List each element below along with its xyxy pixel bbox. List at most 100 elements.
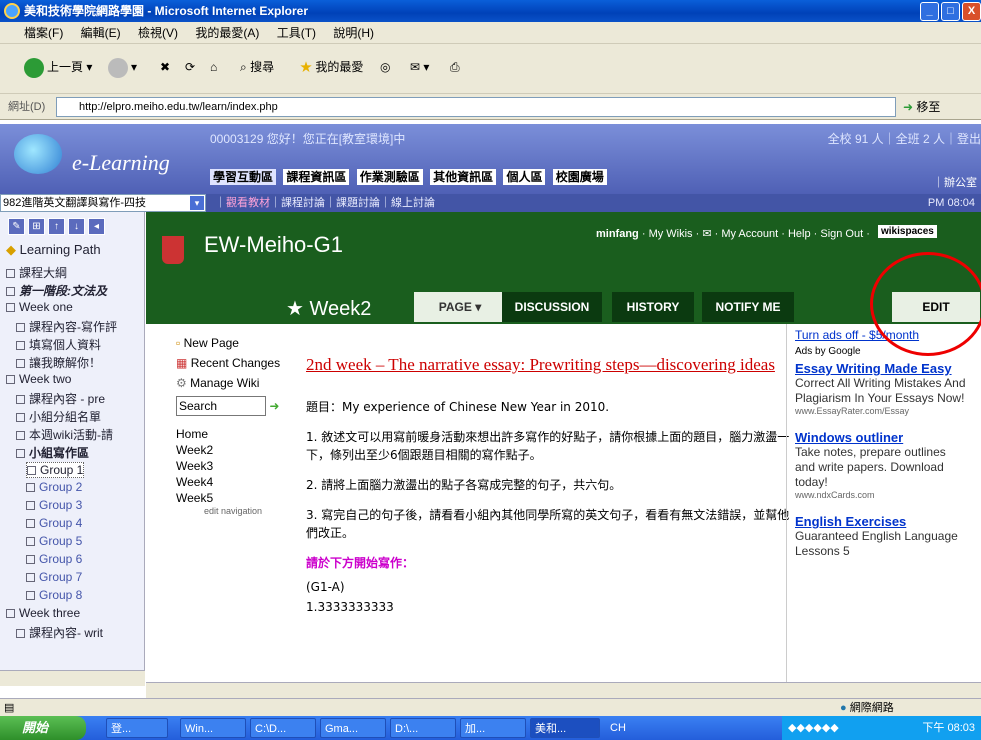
tray-icons[interactable]: ◆◆◆◆◆◆: [788, 722, 839, 734]
tab-campus[interactable]: 校園廣場: [552, 169, 607, 185]
wiki-title[interactable]: EW-Meiho-G1: [204, 232, 343, 258]
menu-favorites[interactable]: 我的最愛(A): [195, 26, 259, 40]
system-tray: ◆◆◆◆◆◆ 下午 08:03: [782, 716, 981, 740]
taskbar-item[interactable]: Win...: [180, 718, 246, 738]
search-button[interactable]: ⌕ 搜尋: [240, 55, 274, 79]
tree-item[interactable]: 填寫個人資料: [16, 336, 101, 353]
tree-item[interactable]: 課程內容 - pre: [16, 390, 105, 407]
ad-title[interactable]: English Exercises: [795, 514, 966, 529]
new-page-link[interactable]: ▫ New Page: [176, 336, 296, 350]
plant-logo-icon: [162, 236, 184, 264]
stop-button[interactable]: ✖: [160, 55, 170, 79]
horizontal-scrollbar[interactable]: [146, 682, 981, 698]
taskbar-item[interactable]: D:\...: [390, 718, 456, 738]
start-button[interactable]: 開始: [0, 716, 86, 740]
home-icon[interactable]: ⌂: [210, 55, 217, 79]
ad-url[interactable]: www.EssayRater.com/Essay: [795, 406, 966, 416]
nav-week5[interactable]: Week5: [176, 490, 296, 506]
search-row: Search ➜: [176, 396, 296, 416]
tab-course-info[interactable]: 課程資訊區: [283, 169, 350, 185]
article-step-3: 3. 寫完自己的句子後，請看看小組內其他同學所寫的英文句子，看看有無文法錯誤，並…: [306, 508, 790, 540]
back-button[interactable]: 上一頁 ▾: [24, 55, 92, 79]
tree-item[interactable]: Group 2: [26, 480, 82, 494]
search-input[interactable]: Search: [176, 396, 266, 416]
tree-item[interactable]: 讓我瞭解你！: [16, 354, 101, 371]
taskbar-item[interactable]: 登...: [106, 718, 168, 738]
print-icon[interactable]: ⎙: [450, 55, 460, 79]
tab-other-info[interactable]: 其他資訊區: [430, 169, 497, 185]
manage-wiki-link[interactable]: ⚙ Manage Wiki: [176, 376, 296, 390]
nav-week3[interactable]: Week3: [176, 458, 296, 474]
tree-item[interactable]: Group 7: [26, 570, 82, 584]
ad-title[interactable]: Essay Writing Made Easy: [795, 361, 966, 376]
username[interactable]: minfang: [596, 228, 639, 240]
menu-help[interactable]: 說明(H): [333, 26, 374, 40]
tree-item[interactable]: Week two: [6, 372, 71, 386]
taskbar-item[interactable]: Gma...: [320, 718, 386, 738]
menu-tools[interactable]: 工具(T): [277, 26, 316, 40]
view-materials-link[interactable]: 觀看教材: [226, 197, 270, 209]
tree-item[interactable]: Group 6: [26, 552, 82, 566]
tree-item[interactable]: 第一階段:文法及: [6, 282, 107, 299]
tab-personal[interactable]: 個人區: [503, 169, 546, 185]
menu-edit[interactable]: 編輯(E): [81, 26, 121, 40]
tree-item[interactable]: Group 5: [26, 534, 82, 548]
tree-item[interactable]: Week one: [6, 300, 73, 314]
office-link[interactable]: ｜辦公室: [933, 174, 977, 190]
online-stats[interactable]: 全校 91 人｜全班 2 人｜登出: [828, 130, 981, 147]
tree-item[interactable]: 本週wiki活動-請: [16, 426, 113, 443]
tree-item[interactable]: 課程內容-寫作評: [16, 318, 117, 335]
tree-item[interactable]: 小組寫作區: [16, 444, 89, 461]
recent-changes-link[interactable]: ▦ Recent Changes: [176, 356, 296, 370]
menu-file[interactable]: 檔案(F): [24, 26, 63, 40]
tree-horizontal-scrollbar[interactable]: [0, 670, 145, 686]
tree-item[interactable]: Group 3: [26, 498, 82, 512]
tab-page[interactable]: PAGE ▾: [414, 292, 506, 322]
taskbar-item-active[interactable]: 美和...: [530, 718, 600, 738]
tab-learning-interaction[interactable]: 學習互動區: [210, 169, 277, 185]
ad-title[interactable]: Windows outliner: [795, 430, 966, 445]
tree-item[interactable]: 課程內容- writ: [16, 624, 103, 641]
taskbar-item[interactable]: C:\D...: [250, 718, 316, 738]
nav-week4[interactable]: Week4: [176, 474, 296, 490]
media-icon[interactable]: ◎: [380, 55, 390, 79]
wiki-nav: ▫ New Page ▦ Recent Changes ⚙ Manage Wik…: [176, 336, 296, 516]
forward-button[interactable]: ▾: [108, 55, 137, 79]
tab-history[interactable]: HISTORY: [612, 292, 694, 322]
down-tool-icon[interactable]: ↓: [68, 218, 85, 235]
tree-item[interactable]: Group 4: [26, 516, 82, 530]
close-button[interactable]: X: [962, 2, 981, 21]
edit-tool-icon[interactable]: ✎: [8, 218, 25, 235]
search-go-icon[interactable]: ➜: [269, 399, 279, 413]
language-indicator[interactable]: CH: [606, 718, 676, 738]
up-tool-icon[interactable]: ↑: [48, 218, 65, 235]
tab-homework[interactable]: 作業測驗區: [356, 169, 423, 185]
expand-tool-icon[interactable]: ⊞: [28, 218, 45, 235]
course-select[interactable]: 982進階英文翻譯與寫作-四技 ▾: [0, 194, 206, 212]
account-links[interactable]: · My Wikis · ✉ · My Account · Help · Sig…: [642, 228, 870, 240]
nav-home[interactable]: Home: [176, 426, 296, 442]
refresh-button[interactable]: ⟳: [185, 55, 195, 79]
address-input[interactable]: http://elpro.meiho.edu.tw/learn/index.ph…: [56, 97, 896, 117]
favorites-button[interactable]: ★ 我的最愛: [300, 55, 363, 79]
nav-week2[interactable]: Week2: [176, 442, 296, 458]
tab-notify-me[interactable]: NOTIFY ME: [702, 292, 794, 322]
go-button[interactable]: ➜ 移至: [903, 96, 940, 118]
taskbar-item[interactable]: 加...: [460, 718, 526, 738]
menu-view[interactable]: 檢視(V): [138, 26, 178, 40]
red-highlight-circle: [870, 252, 981, 356]
discussion-links[interactable]: ｜課程討論｜課題討論｜線上討論: [270, 197, 435, 209]
tree-item[interactable]: Group 8: [26, 588, 82, 602]
tree-item[interactable]: Week three: [6, 606, 80, 620]
tab-discussion[interactable]: DISCUSSION: [502, 292, 602, 322]
tree-item-selected[interactable]: Group 1: [26, 462, 85, 478]
edit-navigation-link[interactable]: edit navigation: [176, 506, 296, 516]
mail-icon[interactable]: ✉ ▾: [410, 55, 429, 79]
tree-item[interactable]: 小組分組名單: [16, 408, 101, 425]
tree-item[interactable]: 課程大綱: [6, 264, 67, 281]
maximize-button[interactable]: □: [941, 2, 960, 21]
ad-url[interactable]: www.ndxCards.com: [795, 490, 966, 500]
minimize-button[interactable]: _: [920, 2, 939, 21]
wikispaces-logo[interactable]: wikispaces: [878, 225, 937, 238]
back-tool-icon[interactable]: ◂: [88, 218, 105, 235]
